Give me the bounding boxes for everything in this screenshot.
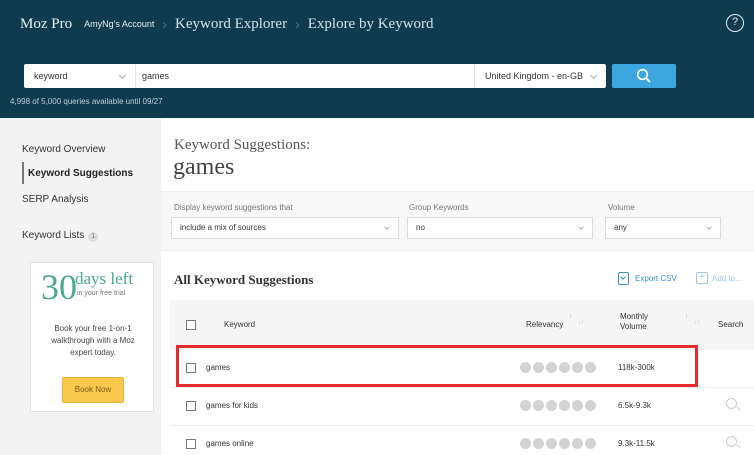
sidebar-item-serp-analysis[interactable]: SERP Analysis [22,194,89,205]
chevron-right-icon: › [295,16,300,32]
display-filter-select[interactable]: include a mix of sources [171,217,399,239]
row-keyword[interactable]: games for kids [206,401,258,410]
table-row[interactable]: games online 9.3k-11.5k [170,426,754,455]
brand-logo[interactable]: Moz Pro [20,16,72,33]
chevron-right-icon: › [162,16,168,32]
top-bar: Moz Pro AmyNg's Account › Keyword Explor… [0,0,754,48]
sidebar-item-keyword-overview[interactable]: Keyword Overview [22,144,105,155]
column-header-relevancy[interactable]: Relevancy [526,320,563,329]
trial-days-number: 30 [41,267,77,307]
section-title: All Keyword Suggestions [174,272,314,287]
column-header-search: Search [718,320,744,329]
info-icon: i [686,314,688,320]
help-icon[interactable]: ? [726,14,744,32]
search-icon[interactable] [726,398,737,409]
search-bar: keyword United Kingdom - en-GB [24,64,606,88]
trial-promo-text: Book your free 1-on-1 walkthrough with a… [51,324,135,357]
table-row[interactable]: games for kids 6.5k-9.3k [170,388,754,426]
group-filter-label: Group Keywords [409,203,469,212]
add-to-button[interactable]: + Add to... [696,272,742,284]
search-icon[interactable] [726,436,737,447]
sidebar-item-label: Keyword Lists [22,230,85,241]
plus-icon: + [696,272,708,284]
trial-subtitle: in your free trial [77,290,126,297]
query-quota: 4,998 of 5,000 queries available until 0… [10,97,163,106]
column-header-keyword[interactable]: Keyword [224,320,255,329]
table-header: Keyword Relevancy i ↓↑ Monthly Volume i … [170,300,754,350]
breadcrumb-explore-by-keyword: Explore by Keyword [307,15,434,32]
chevron-down-icon [384,224,390,230]
relevancy-dots [520,438,598,449]
trial-days-label: days left [75,269,134,288]
account-name[interactable]: AmyNg's Account [84,19,154,29]
locale-value: United Kingdom - en-GB [485,71,584,81]
info-icon: i [570,314,572,320]
volume-filter-value: any [614,223,627,232]
volume-filter-select[interactable]: any [605,217,721,239]
row-keyword[interactable]: games online [206,439,254,448]
relevancy-dots [520,400,598,411]
chevron-down-icon [706,224,712,230]
row-checkbox[interactable] [186,439,196,449]
sidebar: Keyword Overview Keyword Suggestions SER… [0,118,161,455]
locale-select[interactable]: United Kingdom - en-GB [474,64,606,88]
row-volume: 6.5k-9.3k [618,401,651,410]
group-filter-select[interactable]: no [407,217,593,239]
download-icon [618,272,629,285]
sort-icon[interactable]: ↓↑ [578,320,584,326]
highlight-box [176,345,698,387]
volume-header-line1: Monthly [620,312,649,321]
volume-filter-label: Volume [608,203,635,212]
active-indicator [22,162,24,184]
filter-bar: Display keyword suggestions that include… [161,191,754,251]
volume-header-line2: Volume [620,322,647,331]
row-volume: 9.3k-11.5k [618,439,655,448]
search-icon [636,68,651,83]
book-now-button[interactable]: Book Now [62,377,124,403]
page-title: Keyword Suggestions: [174,137,311,153]
trial-card: 30 days left in your free trial Book you… [30,262,154,412]
search-input[interactable] [136,64,474,88]
display-filter-label: Display keyword suggestions that [174,203,293,212]
search-button[interactable] [612,64,676,88]
lists-count-badge: 1 [88,232,99,242]
chevron-down-icon [578,224,584,230]
chevron-down-icon [118,71,127,80]
select-all-checkbox[interactable] [186,320,196,330]
sidebar-item-keyword-lists[interactable]: Keyword Lists 1 [22,230,99,242]
column-header-volume[interactable]: Monthly Volume [620,312,648,332]
breadcrumb-keyword-explorer[interactable]: Keyword Explorer [175,16,287,33]
export-csv-label: Export CSV [635,274,677,283]
query-title: games [173,154,235,180]
search-band: keyword United Kingdom - en-GB 4,998 of … [0,48,754,118]
row-checkbox[interactable] [186,401,196,411]
search-type-select[interactable]: keyword [24,64,136,88]
chevron-down-icon [589,71,598,80]
add-to-label: Add to... [712,273,742,283]
export-csv-button[interactable]: Export CSV [618,272,677,285]
sidebar-item-keyword-suggestions[interactable]: Keyword Suggestions [28,168,133,179]
display-filter-value: include a mix of sources [180,223,266,232]
search-type-value: keyword [34,71,68,81]
sort-icon[interactable]: ↓↑ [694,320,700,326]
group-filter-value: no [416,223,425,232]
